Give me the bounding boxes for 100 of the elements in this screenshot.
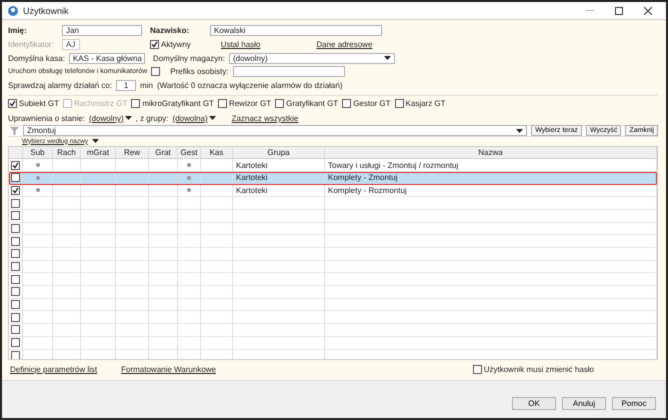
column-header[interactable]: Sub: [23, 146, 53, 160]
header-cell: [9, 146, 23, 160]
column-header[interactable]: Grat: [149, 146, 178, 160]
row-checkbox[interactable]: [11, 338, 20, 348]
search-field[interactable]: Zmontuj: [23, 125, 528, 136]
row-checkbox[interactable]: [11, 325, 20, 334]
row-checkbox[interactable]: [11, 160, 20, 170]
field-label: Domyślny magazyn:: [152, 54, 225, 63]
active-checkbox[interactable]: [150, 40, 159, 50]
product-checkbox[interactable]: [218, 99, 227, 108]
product-checkbox[interactable]: [275, 99, 284, 108]
check-icon: [12, 186, 19, 194]
field-label: Domyślna kasa:: [8, 54, 65, 63]
dot-icon: [187, 163, 191, 168]
unit-label: min: [140, 80, 153, 90]
state-dropdown[interactable]: (dowolny): [88, 114, 132, 123]
close-icon: [644, 6, 652, 14]
footer-link[interactable]: Formatowanie Warunkowe: [121, 364, 216, 374]
must-change-password-checkbox[interactable]: [472, 364, 482, 374]
row-checkbox[interactable]: [11, 186, 20, 195]
address-data-link[interactable]: Dane adresowe: [316, 40, 372, 50]
table-cell: Kartoteki: [236, 186, 268, 195]
table-cell: Komplety - Zmontuj: [328, 173, 398, 182]
checkbox-label: Aktywny: [161, 40, 191, 50]
group-dropdown[interactable]: (dowolna): [172, 114, 216, 123]
row-checkbox[interactable]: [11, 173, 20, 182]
dot-icon: [36, 176, 40, 180]
select-all-link[interactable]: Zaznacz wszystkie: [232, 114, 298, 123]
alarm-interval-field[interactable]: 1: [116, 80, 136, 91]
column-header[interactable]: Nazwa: [325, 146, 657, 160]
filter-label: Uprawnienia o stanie:: [8, 114, 85, 123]
dialog-button[interactable]: Pomoc: [612, 397, 656, 410]
dot-icon: [36, 163, 40, 168]
hint-text: (Wartość 0 oznacza wyłączenie alarmów do działań): [156, 80, 342, 90]
table-cell: Kartoteki: [236, 173, 268, 182]
column-header[interactable]: Rew: [116, 146, 149, 160]
row-checkbox[interactable]: [11, 287, 20, 296]
dot-icon: [36, 188, 40, 192]
caret-icon: [92, 139, 100, 143]
row-checkbox[interactable]: [11, 198, 20, 208]
dialog-button[interactable]: Anuluj: [562, 397, 606, 410]
product-checkbox[interactable]: [342, 99, 352, 108]
checkbox-label: mikroGratyfikant GT: [142, 99, 214, 108]
table-cell: Kartoteki: [236, 160, 268, 170]
checkbox-label: Subiekt GT: [19, 99, 60, 108]
checkbox-label: Kasjarz GT: [406, 99, 446, 108]
caret-icon: [208, 116, 216, 120]
prefix-field[interactable]: [232, 66, 345, 78]
filter-icon: [10, 126, 19, 135]
filter-label: , z grupy:: [136, 114, 169, 123]
column-header[interactable]: mGrat: [81, 146, 116, 160]
maximize-icon: [615, 6, 623, 14]
dot-icon: [187, 188, 191, 192]
check-icon: [12, 162, 19, 169]
checkbox-label: Rachmistrz GT: [74, 99, 128, 108]
set-password-link[interactable]: Ustal hasło: [220, 40, 260, 50]
caret-icon: [516, 128, 524, 132]
first-name-field[interactable]: Jan: [62, 24, 142, 36]
column-header[interactable]: Kas: [201, 146, 233, 160]
row-checkbox[interactable]: [11, 312, 20, 322]
table-row[interactable]: Kartoteki Komplety - Zmontuj: [9, 172, 657, 185]
checkbox-label: Gestor GT: [353, 99, 391, 108]
table-cell: Komplety - Rozmontuj: [328, 186, 407, 195]
row-checkbox[interactable]: [11, 249, 20, 258]
field-label: Nazwisko:: [150, 26, 190, 35]
field-label: Prefiks osobisty:: [170, 67, 229, 76]
user-icon: [8, 6, 18, 16]
caret-icon: [124, 116, 132, 120]
check-icon: [9, 100, 16, 108]
dialog-button[interactable]: OK: [512, 397, 556, 410]
window-title: Użytkownik: [23, 6, 70, 16]
field-label: Identyfikator:: [8, 40, 55, 50]
checkbox-label: Rewizor GT: [228, 99, 272, 108]
column-header[interactable]: Grupa: [233, 146, 325, 160]
row-checkbox[interactable]: [11, 236, 20, 246]
checkbox-label: Gratyfikant GT: [286, 99, 338, 108]
check-icon: [151, 41, 158, 48]
phone-service-checkbox[interactable]: [151, 67, 160, 76]
checkbox-label: Użytkownik musi zmienić hasło: [484, 364, 594, 374]
dot-icon: [187, 176, 191, 180]
row-checkbox[interactable]: [11, 300, 20, 310]
table-cell: Towary i usługi - Zmontuj / rozmontuj: [328, 160, 458, 170]
last-name-field[interactable]: Kowalski: [210, 24, 382, 36]
row-checkbox[interactable]: [11, 350, 20, 359]
product-checkbox[interactable]: [8, 99, 17, 108]
product-checkbox[interactable]: [394, 99, 404, 108]
footer-link[interactable]: Definicje parametrów list: [10, 364, 98, 374]
product-checkbox[interactable]: [131, 99, 140, 108]
column-header[interactable]: Gest: [178, 146, 201, 160]
row-checkbox[interactable]: [11, 274, 20, 284]
row-checkbox[interactable]: [11, 262, 20, 272]
row-checkbox[interactable]: [11, 224, 20, 233]
column-header[interactable]: Rach: [53, 146, 81, 160]
cash-dropdown[interactable]: KAS - Kasa główna: [68, 52, 145, 64]
caret-icon: [384, 56, 391, 60]
table-row[interactable]: Kartoteki Komplety - Rozmontuj: [9, 184, 657, 198]
warehouse-dropdown[interactable]: (dowolny): [228, 52, 395, 64]
field-label: Imię:: [8, 26, 28, 35]
minimize-icon: [586, 10, 594, 11]
row-checkbox[interactable]: [11, 211, 20, 220]
